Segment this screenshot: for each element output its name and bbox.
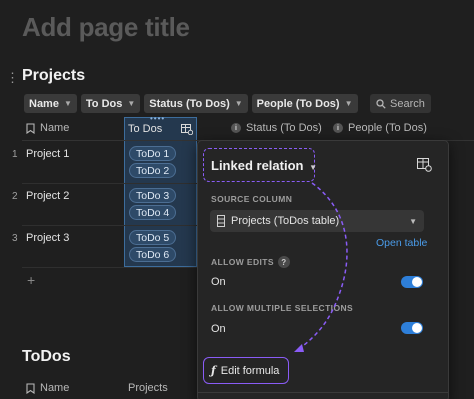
annotation-arrow bbox=[294, 182, 348, 352]
